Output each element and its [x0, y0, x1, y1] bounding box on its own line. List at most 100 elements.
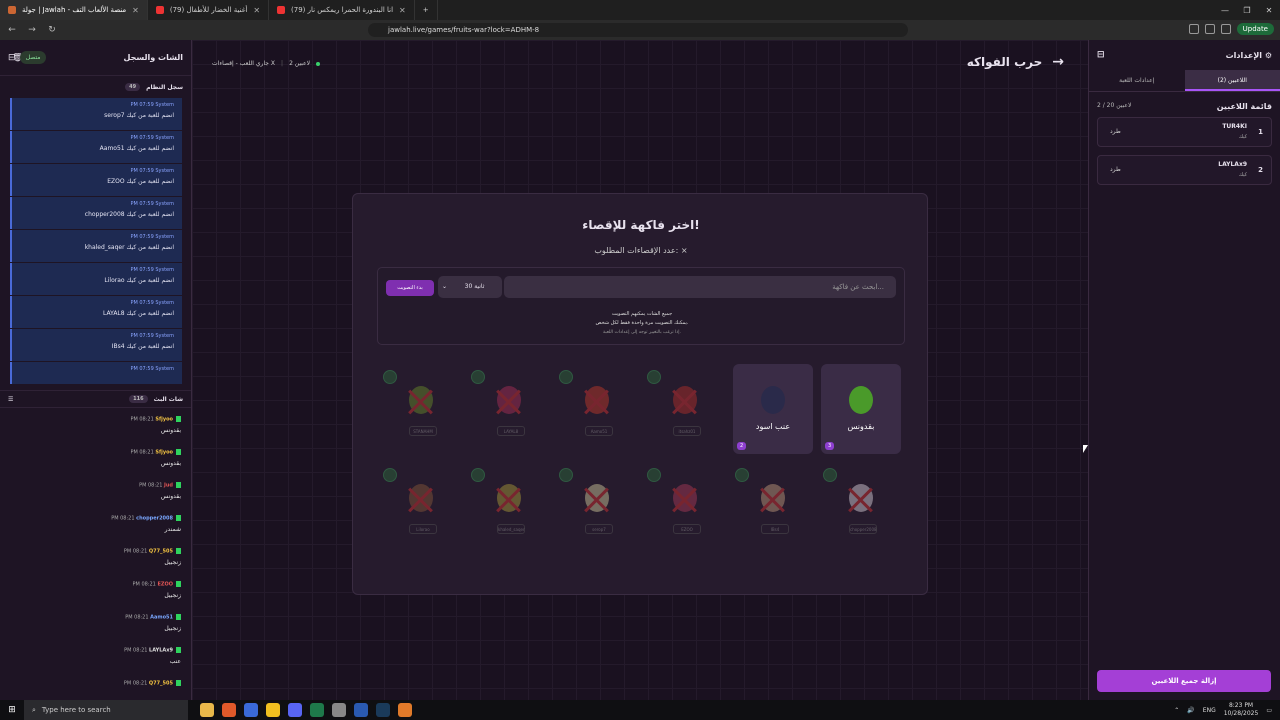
- clock[interactable]: 8:23 PM 10/28/2025: [1224, 702, 1259, 718]
- steam-icon[interactable]: [376, 703, 390, 717]
- update-button[interactable]: Update: [1236, 23, 1274, 35]
- sidebar-icon[interactable]: [1204, 24, 1215, 34]
- vote-controls: ابحث عن فاكهة... ⌄ 30 ثانية بدء التصويت ج…: [377, 267, 905, 345]
- check-icon: [471, 370, 485, 384]
- tab-players[interactable]: اللاعبين (2): [1184, 70, 1280, 91]
- timer-select[interactable]: ⌄ 30 ثانية: [438, 276, 502, 298]
- chrome-icon[interactable]: [266, 703, 280, 717]
- chat-message: PM 08:21 LAYLAx9 عنب: [0, 647, 181, 680]
- log-message: LAYAL8 انضم للعبة من كيك: [103, 310, 174, 317]
- live-chat-list[interactable]: PM 08:21 Sfjyoo بقدونس PM 08:21 Sfjyoo بقد…: [0, 416, 191, 700]
- kick-player-button[interactable]: طرد: [1110, 166, 1121, 173]
- chat-text: زنجبيل: [164, 558, 181, 566]
- check-icon: [559, 468, 573, 482]
- settings-title: الإعدادات: [1225, 50, 1263, 60]
- back-icon[interactable]: ←: [6, 25, 18, 35]
- parsley-icon: [849, 386, 873, 414]
- kick-icon: [176, 581, 181, 587]
- fruit-card-eliminated: khaled_saqer: [469, 462, 549, 552]
- check-icon: [647, 468, 661, 482]
- windows-start-icon[interactable]: ⊞: [0, 705, 24, 715]
- kick-player-button[interactable]: طرد: [1110, 128, 1121, 135]
- store-icon[interactable]: [244, 703, 258, 717]
- fruit-card-eliminated: chopper2008: [821, 462, 901, 552]
- chat-user: Sfjyoo: [155, 449, 173, 456]
- taskbar-search[interactable]: ⌕ Type here to search: [24, 700, 188, 720]
- kick-icon: [176, 482, 181, 488]
- volume-icon[interactable]: 🔊: [1187, 707, 1194, 714]
- arrow-right-icon[interactable]: →: [1052, 54, 1064, 70]
- fruit-card-parsley[interactable]: بقدونس 3: [821, 364, 901, 454]
- maximize-icon[interactable]: ❐: [1236, 6, 1258, 15]
- new-tab-button[interactable]: +: [415, 0, 438, 20]
- extension-icon[interactable]: [1188, 24, 1199, 34]
- minimize-icon[interactable]: —: [1214, 6, 1236, 15]
- cross-icon: [757, 486, 789, 514]
- kick-icon: [176, 647, 181, 653]
- system-log-count: 49: [125, 83, 141, 91]
- taskbar: ⊞ ⌕ Type here to search ⌃ 🔊 ENG 8:23 PM 10…: [0, 700, 1280, 720]
- chevron-down-icon: ⌄: [442, 283, 448, 290]
- wallet-icon[interactable]: [1220, 24, 1231, 34]
- log-item: PM 07:59 System serop7 انضم للعبة من كيك: [10, 98, 182, 130]
- log-item: PM 07:59 System Aamo51 انضم للعبة من كيك: [10, 131, 182, 163]
- discord-icon[interactable]: [288, 703, 302, 717]
- menu-icon[interactable]: ☰: [8, 396, 13, 403]
- chat-message: PM 08:21 Sfjyoo بقدونس: [0, 416, 181, 449]
- remove-all-players-button[interactable]: إزالة جميع اللاعبين: [1097, 670, 1271, 692]
- browser-tab-song1[interactable]: (79) أغنية الخضار للأطفال ✕: [148, 0, 270, 20]
- chat-text: عنب: [169, 657, 181, 665]
- cross-icon: [581, 486, 613, 514]
- system-log-list[interactable]: PM 07:59 System serop7 انضم للعبة من كيك …: [10, 98, 182, 384]
- cross-icon: [405, 486, 437, 514]
- notification-icon[interactable]: ▭: [1266, 707, 1272, 714]
- eliminator-tag: IBs4: [761, 524, 789, 534]
- chat-time: PM 08:21: [123, 548, 148, 555]
- fruit-card-eliminated: STANAHM: [381, 364, 461, 454]
- chat-log-header: ⊟ 🗑 متصل الشات والسجل: [0, 40, 191, 76]
- panel-collapse-icon[interactable]: ⊟: [1097, 50, 1105, 60]
- brave-icon[interactable]: [222, 703, 236, 717]
- clock-time: 8:23 PM: [1228, 702, 1254, 709]
- log-message: Lilorao انضم للعبة من كيك: [104, 277, 174, 284]
- lang-indicator[interactable]: ENG: [1203, 707, 1216, 714]
- app-icon[interactable]: [398, 703, 412, 717]
- close-icon[interactable]: ✕: [253, 6, 260, 15]
- forward-icon[interactable]: →: [26, 25, 38, 35]
- log-meta: PM 07:59 System: [130, 102, 174, 108]
- vote-notes: جميع الشات يمكنهم التصويت يمكنك التصويت …: [378, 310, 906, 337]
- excel-icon[interactable]: [310, 703, 324, 717]
- tab-game-settings[interactable]: إعدادات اللعبة: [1089, 70, 1185, 91]
- eliminator-tag: khaled_saqer: [497, 524, 525, 534]
- log-message: IBs4 انضم للعبة من كيك: [111, 343, 174, 350]
- card-subtitle: عدد الإقصاءات المطلوب: ×: [594, 246, 688, 255]
- chevron-up-icon[interactable]: ⌃: [1174, 707, 1179, 714]
- close-icon[interactable]: ✕: [132, 6, 139, 15]
- file-explorer-icon[interactable]: [200, 703, 214, 717]
- obs-icon[interactable]: [332, 703, 346, 717]
- taskbar-search-placeholder: Type here to search: [41, 706, 111, 714]
- close-window-icon[interactable]: ✕: [1258, 6, 1280, 15]
- check-icon: [383, 468, 397, 482]
- chat-text: زنجبيل: [164, 591, 181, 599]
- close-icon[interactable]: ✕: [399, 6, 406, 15]
- outlook-icon[interactable]: [354, 703, 368, 717]
- tab-title: جولة | Jawlah - منصة الألعاب التف: [22, 6, 127, 14]
- browser-tab-jawlah[interactable]: جولة | Jawlah - منصة الألعاب التف ✕: [0, 0, 148, 20]
- chat-log-panel: ⊟ 🗑 متصل الشات والسجل 49 سجل النظام PM 0…: [0, 40, 192, 700]
- fruit-card-black-grape[interactable]: عنب اسود 2: [733, 364, 813, 454]
- chat-user: Aamo51: [150, 614, 173, 621]
- player-rank: 1: [1258, 128, 1263, 136]
- start-vote-button[interactable]: بدء التصويت: [386, 280, 434, 296]
- clock-date: 10/28/2025: [1223, 710, 1259, 717]
- url-bar[interactable]: jawlah.live/games/fruits-war?lock=ADHM-8: [368, 23, 908, 37]
- fruit-search-input[interactable]: ابحث عن فاكهة...: [504, 276, 896, 298]
- browser-tab-song2[interactable]: (79) انا البندورة الحمرا ريمكس نار ✕: [269, 0, 415, 20]
- reload-icon[interactable]: ↻: [46, 25, 58, 35]
- game-state-text: جاري اللعب - إقصاءات X: [212, 60, 276, 67]
- settings-header: ⊟ الإعدادات ⚙: [1089, 40, 1280, 70]
- log-meta: PM 07:59 System: [130, 300, 174, 306]
- chat-time: PM 08:21: [111, 515, 135, 522]
- log-meta: PM 07:59 System: [130, 135, 174, 141]
- chat-user: chopper2008: [136, 515, 173, 522]
